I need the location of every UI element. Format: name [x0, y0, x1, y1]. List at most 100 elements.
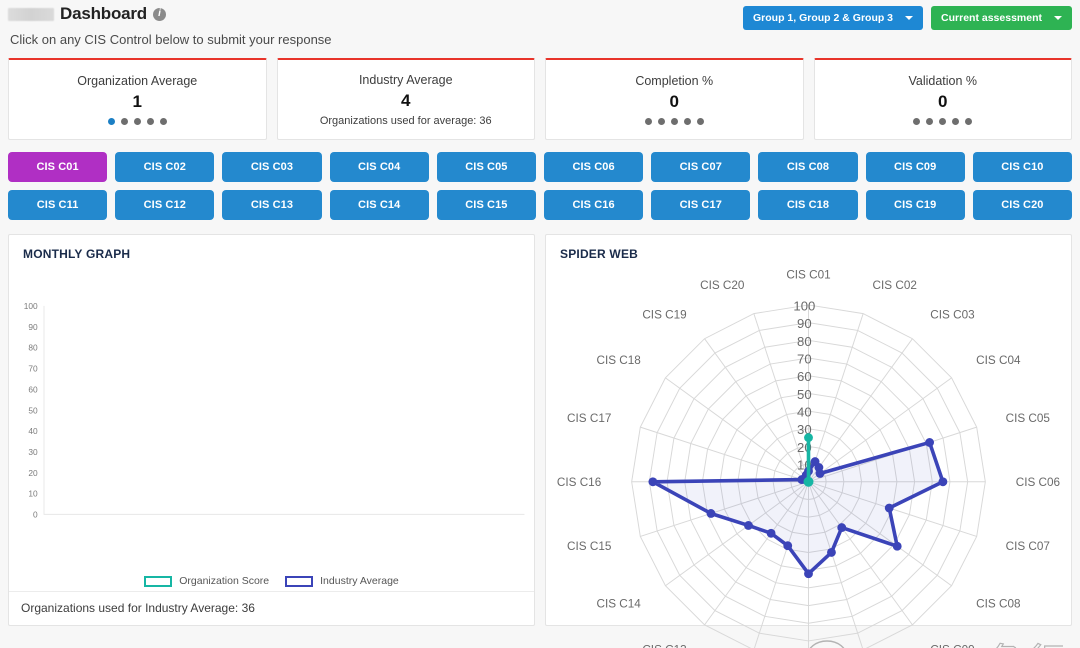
legend-item-industry-average: Industry Average — [285, 575, 399, 587]
spider-web-chart: 100908070605040302010CIS C01CIS C02CIS C… — [557, 269, 1061, 648]
assessment-label: Current assessment — [941, 12, 1042, 24]
cis-control-button-cis-c16[interactable]: CIS C16 — [543, 190, 644, 220]
kpi-title: Organization Average — [77, 74, 198, 88]
radar-data-point — [804, 433, 813, 442]
info-icon[interactable]: i — [153, 7, 166, 21]
cis-control-button-cis-c10[interactable]: CIS C10 — [972, 152, 1072, 182]
kpi-card-row: Organization Average 1 Industry Average … — [8, 58, 1072, 140]
kpi-title: Industry Average — [358, 72, 453, 87]
radar-data-point — [648, 477, 658, 487]
radar-data-point — [743, 521, 753, 530]
radar-data-point — [815, 469, 825, 478]
monthly-graph-chart: 0 10 20 30 40 50 60 70 80 90 100 — [24, 301, 525, 519]
y-axis-tick-label: 80 — [28, 343, 38, 353]
panel-title: MONTHLY GRAPH — [23, 247, 131, 261]
radar-data-point — [884, 503, 894, 513]
cis-control-button-cis-c14[interactable]: CIS C14 — [329, 190, 429, 220]
cis-control-button-cis-c17[interactable]: CIS C17 — [651, 190, 751, 220]
radar-category-label-cis-c04: CIS C04 — [976, 354, 1021, 367]
dot — [159, 118, 167, 125]
spider-web-body: 100 90 80 70 60 50 40 30 20 10 CIS C01 CIS C02 CIS C… — [546, 261, 1071, 648]
radar-center-point — [803, 476, 814, 487]
radial-tick-label: 70 — [797, 352, 812, 367]
kpi-title: Validation % — [908, 74, 978, 88]
radar-data-point — [837, 523, 847, 532]
radar-category-label-cis-c02: CIS C02 — [873, 279, 917, 292]
dot — [644, 118, 652, 125]
radar-category-label-cis-c17: CIS C17 — [567, 412, 611, 425]
cis-control-button-cis-c05[interactable]: CIS C05 — [436, 152, 536, 182]
radar-category-label-cis-c15: CIS C15 — [567, 540, 612, 553]
radar-data-point — [804, 569, 813, 579]
y-axis-tick-label: 70 — [28, 364, 38, 374]
dashboard-page: Dashboard i Group 1, Group 2 & Group 3 C… — [0, 0, 1080, 648]
y-axis-tick-label: 40 — [28, 426, 38, 436]
panel-title: SPIDER WEB — [560, 247, 639, 261]
y-axis-tick-label: 100 — [24, 301, 38, 311]
kpi-value: 4 — [401, 90, 411, 110]
kpi-card-completion-percent: Completion % 0 — [545, 58, 804, 140]
chevron-down-icon — [905, 16, 914, 20]
dot — [913, 118, 921, 125]
monthly-axes — [43, 305, 525, 515]
y-axis-tick-label: 10 — [28, 489, 38, 499]
cis-control-button-cis-c06[interactable]: CIS C06 — [543, 152, 644, 182]
kpi-dots — [913, 118, 973, 125]
kpi-card-industry-average: Industry Average 4 Organizations used fo… — [276, 58, 535, 140]
radial-tick-label: 100 — [793, 298, 815, 313]
kpi-value: 1 — [132, 92, 142, 111]
cis-control-button-cis-c19[interactable]: CIS C19 — [865, 190, 965, 220]
redacted-org-name — [8, 7, 54, 21]
cis-control-button-cis-c15[interactable]: CIS C15 — [436, 190, 536, 220]
group-filter-dropdown[interactable]: Group 1, Group 2 & Group 3 — [743, 6, 924, 30]
cis-control-button-cis-c20[interactable]: CIS C20 — [972, 190, 1072, 220]
monthly-graph-body: 0 10 20 30 40 50 60 70 80 90 100 Organization Scor… — [9, 261, 534, 591]
radar-data-point — [827, 548, 836, 557]
cis-control-button-cis-c03[interactable]: CIS C03 — [222, 152, 322, 182]
radar-category-label-cis-c08: CIS C08 — [976, 598, 1021, 611]
kpi-subtext: Organizations used for average: 36 — [319, 114, 492, 127]
kpi-value: 0 — [669, 92, 679, 111]
radar-category-label-cis-c07: CIS C07 — [1006, 540, 1050, 553]
header-actions: Group 1, Group 2 & Group 3 Current asses… — [743, 4, 1072, 30]
cis-control-button-cis-c01[interactable]: CIS C01 — [8, 152, 108, 182]
cis-control-button-cis-c02[interactable]: CIS C02 — [115, 152, 215, 182]
assessment-dropdown[interactable]: Current assessment — [931, 6, 1072, 30]
page-header: Dashboard i Group 1, Group 2 & Group 3 C… — [8, 0, 1072, 30]
dot — [683, 118, 691, 125]
chart-panel-row: MONTHLY GRAPH 0 10 20 30 40 50 60 70 80 90 100 Org… — [8, 234, 1072, 648]
cis-control-button-cis-c18[interactable]: CIS C18 — [758, 190, 858, 220]
dot — [696, 118, 704, 125]
cis-control-button-cis-c09[interactable]: CIS C09 — [865, 152, 965, 182]
cis-control-button-cis-c12[interactable]: CIS C12 — [115, 190, 215, 220]
monthly-graph-footer: Organizations used for Industry Average:… — [9, 591, 534, 625]
radar-category-label-cis-c14: CIS C14 — [596, 598, 641, 611]
legend-item-organization-score: Organization Score — [144, 575, 269, 587]
radar-category-label-cis-c19: CIS C19 — [642, 308, 686, 321]
cis-control-button-cis-c08[interactable]: CIS C08 — [758, 152, 858, 182]
cis-control-button-cis-c04[interactable]: CIS C04 — [329, 152, 429, 182]
cis-control-button-cis-c11[interactable]: CIS C11 — [8, 190, 108, 220]
cis-control-button-cis-c07[interactable]: CIS C07 — [651, 152, 751, 182]
radar-data-point — [706, 509, 716, 518]
cis-control-button-cis-c13[interactable]: CIS C13 — [222, 190, 322, 220]
radar-category-label-cis-c06: CIS C06 — [1016, 476, 1061, 489]
dot — [670, 118, 678, 125]
kpi-dots — [107, 118, 167, 125]
radar-category-label-cis-c13: CIS C13 — [642, 644, 687, 648]
y-axis-tick-label: 90 — [28, 322, 38, 332]
kpi-card-organization-average: Organization Average 1 — [8, 58, 267, 140]
y-axis-tick-label: 60 — [28, 384, 38, 394]
dot — [120, 118, 128, 125]
y-axis-tick-label: 0 — [33, 509, 38, 519]
dot — [133, 118, 141, 125]
legend-label: Industry Average — [320, 575, 399, 587]
radar-data-point — [892, 541, 902, 551]
legend-swatch — [285, 575, 314, 587]
radar-category-label-cis-c20: CIS C20 — [700, 279, 745, 292]
group-filter-label: Group 1, Group 2 & Group 3 — [753, 12, 894, 24]
page-subtitle: Click on any CIS Control below to submit… — [10, 32, 332, 47]
radial-tick-label: 60 — [797, 369, 812, 384]
dot — [657, 118, 665, 125]
radar-category-label-cis-c09: CIS C09 — [930, 644, 974, 648]
